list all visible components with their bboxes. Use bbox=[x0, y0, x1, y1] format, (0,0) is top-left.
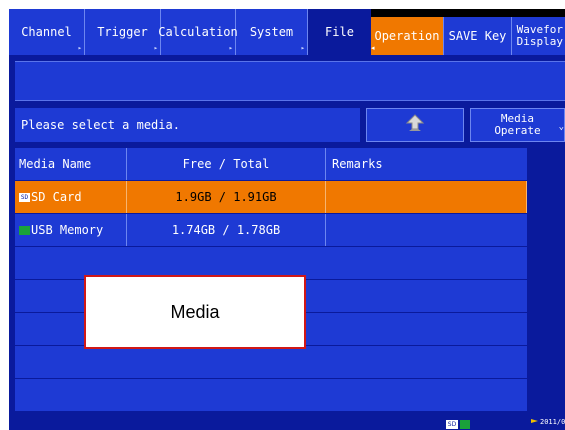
tab-label: System bbox=[249, 25, 294, 39]
table-row-usb-memory[interactable]: USB Memory 1.74GB / 1.78GB bbox=[15, 214, 527, 246]
table-row-sd-card[interactable]: SD SD Card 1.9GB / 1.91GB bbox=[15, 181, 527, 213]
status-date: 2011/07/ bbox=[540, 418, 565, 426]
tab-label: Channel bbox=[21, 25, 72, 39]
free-total-cell: 1.9GB / 1.91GB bbox=[127, 181, 326, 213]
app-window: Channel ▸ Trigger ▸ Calculation ▸ System… bbox=[9, 9, 565, 430]
tab-bar: Channel ▸ Trigger ▸ Calculation ▸ System… bbox=[9, 9, 565, 55]
subtab-label: Operation bbox=[374, 29, 440, 43]
subtab-waveform-display[interactable]: Wavefor Display bbox=[511, 17, 565, 55]
media-name-cell: USB Memory bbox=[15, 214, 127, 246]
media-name: USB Memory bbox=[31, 223, 104, 237]
table-row[interactable] bbox=[15, 346, 527, 378]
table-row[interactable] bbox=[15, 379, 527, 411]
folder-up-icon bbox=[404, 113, 426, 137]
subtab-header-strip bbox=[371, 9, 565, 17]
tab-label: File bbox=[325, 25, 354, 39]
media-name-cell: SD SD Card bbox=[15, 181, 127, 213]
sd-status-icon: SD bbox=[446, 420, 458, 429]
tab-trigger[interactable]: Trigger ▸ bbox=[85, 9, 161, 55]
free-total-cell: 1.74GB / 1.78GB bbox=[127, 214, 326, 246]
dropdown-arrow-icon: ▸ bbox=[153, 44, 158, 52]
table-header-row: Media Name Free / Total Remarks bbox=[15, 148, 527, 180]
tab-label: Calculation bbox=[158, 25, 238, 39]
column-header-media-name: Media Name bbox=[15, 148, 127, 180]
subtab-save-key[interactable]: SAVE Key bbox=[443, 17, 511, 55]
sd-card-icon: SD bbox=[19, 192, 30, 202]
dropdown-arrow-icon: ▸ bbox=[77, 44, 82, 52]
status-bar bbox=[9, 417, 565, 430]
remarks-cell bbox=[326, 181, 527, 213]
column-header-free-total: Free / Total bbox=[127, 148, 326, 180]
tab-calculation[interactable]: Calculation ▸ bbox=[158, 9, 238, 55]
subtab-label: SAVE Key bbox=[448, 29, 507, 43]
media-name: SD Card bbox=[31, 190, 82, 204]
media-operate-label-line2: Operate bbox=[494, 124, 541, 137]
dropdown-arrow-icon: ▸ bbox=[228, 44, 233, 52]
usb-memory-icon bbox=[19, 225, 30, 235]
tab-file[interactable]: File bbox=[308, 9, 371, 55]
remarks-cell bbox=[326, 214, 527, 246]
chevron-down-icon: ⌄ bbox=[558, 122, 564, 132]
scroll-left-icon[interactable]: ◂ bbox=[371, 44, 375, 52]
scroll-strip bbox=[533, 148, 565, 418]
callout-label: Media bbox=[84, 275, 306, 349]
media-operate-button[interactable]: Media Operate ⌄ bbox=[470, 108, 565, 142]
folder-up-button[interactable] bbox=[366, 108, 464, 142]
info-band bbox=[15, 61, 565, 101]
subtab-label-line2: Display bbox=[516, 35, 563, 48]
tab-label: Trigger bbox=[97, 25, 148, 39]
dropdown-arrow-icon: ▸ bbox=[300, 44, 305, 52]
flag-icon bbox=[531, 419, 538, 427]
tab-system[interactable]: System ▸ bbox=[236, 9, 308, 55]
usb-status-icon bbox=[460, 420, 470, 429]
column-header-remarks: Remarks bbox=[332, 157, 383, 171]
instruction-text: Please select a media. bbox=[15, 108, 360, 142]
subtab-operation[interactable]: Operation bbox=[371, 17, 443, 55]
tab-channel[interactable]: Channel ▸ bbox=[9, 9, 85, 55]
